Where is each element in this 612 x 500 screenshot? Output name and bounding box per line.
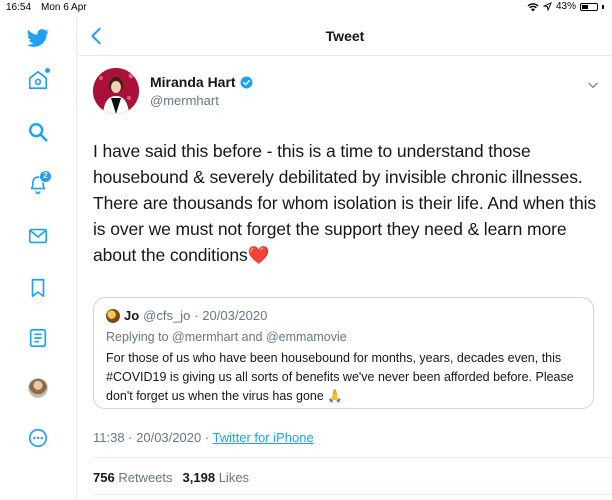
author-avatar[interactable] <box>93 68 139 114</box>
lists-icon[interactable] <box>24 324 52 352</box>
quote-author-handle: @cfs_jo <box>143 308 191 323</box>
messages-icon[interactable] <box>24 222 52 250</box>
profile-avatar[interactable] <box>24 374 52 402</box>
battery-icon <box>580 2 598 11</box>
tweet-stats: 756 Retweets 3,198 Likes <box>93 470 249 485</box>
likes-label: Likes <box>218 470 250 485</box>
battery-percent: 43% <box>555 1 576 12</box>
quote-author-name: Jo <box>124 308 140 323</box>
page-header: Tweet <box>78 16 612 56</box>
retweets-label: Retweets <box>118 470 173 485</box>
location-icon <box>542 2 552 11</box>
home-unread-dot <box>45 68 50 73</box>
retweets-count: 756 <box>93 470 115 485</box>
status-bar: 16:54 Mon 6 Apr 43% <box>0 0 612 16</box>
quoted-tweet[interactable]: Jo @cfs_jo · 20/03/2020 Replying to @mer… <box>93 297 594 409</box>
bookmarks-icon[interactable] <box>24 274 52 302</box>
divider <box>93 494 612 495</box>
author-name[interactable]: Miranda Hart <box>150 74 236 90</box>
likes-count: 3,198 <box>182 470 216 485</box>
tweet-text-body: I have said this before - this is a time… <box>93 141 597 265</box>
twitter-logo-icon[interactable] <box>24 24 52 52</box>
battery-tip <box>602 4 604 9</box>
notifications-badge: 2 <box>39 170 52 183</box>
verified-badge-icon <box>240 76 253 88</box>
author-handle[interactable]: @mermhart <box>150 93 253 108</box>
battery-fill <box>582 4 588 9</box>
avatar <box>28 378 48 398</box>
retweets-stat[interactable]: 756 Retweets <box>93 470 173 485</box>
search-icon[interactable] <box>24 118 52 146</box>
more-icon[interactable] <box>24 424 52 452</box>
chevron-down-icon[interactable] <box>586 78 600 92</box>
quote-replying-to: Replying to @mermhart and @emmamovie <box>106 330 347 344</box>
quote-author-avatar <box>106 308 120 323</box>
wifi-icon <box>527 2 539 11</box>
likes-stat[interactable]: 3,198 Likes <box>183 470 250 485</box>
tweet-timestamp: 11:38 · 20/03/2020 · Twitter for iPhone <box>93 430 314 445</box>
sidebar: 2 <box>0 16 77 500</box>
status-date: Mon 6 Apr <box>41 2 87 13</box>
page-title: Tweet <box>325 28 365 44</box>
home-icon[interactable] <box>24 66 52 94</box>
tweet-text: I have said this before - this is a time… <box>93 138 598 268</box>
divider <box>93 457 612 458</box>
status-time: 16:54 <box>6 2 32 13</box>
tweet-client-link[interactable]: Twitter for iPhone <box>213 430 314 445</box>
heart-emoji: ❤️ <box>247 245 270 265</box>
notifications-icon[interactable]: 2 <box>24 170 52 198</box>
author-avatar-image <box>93 68 139 114</box>
tweet-time: 11:38 · 20/03/2020 · <box>93 430 213 445</box>
quote-text: For those of us who have been housebound… <box>106 351 574 403</box>
quote-date: · 20/03/2020 <box>194 308 268 323</box>
